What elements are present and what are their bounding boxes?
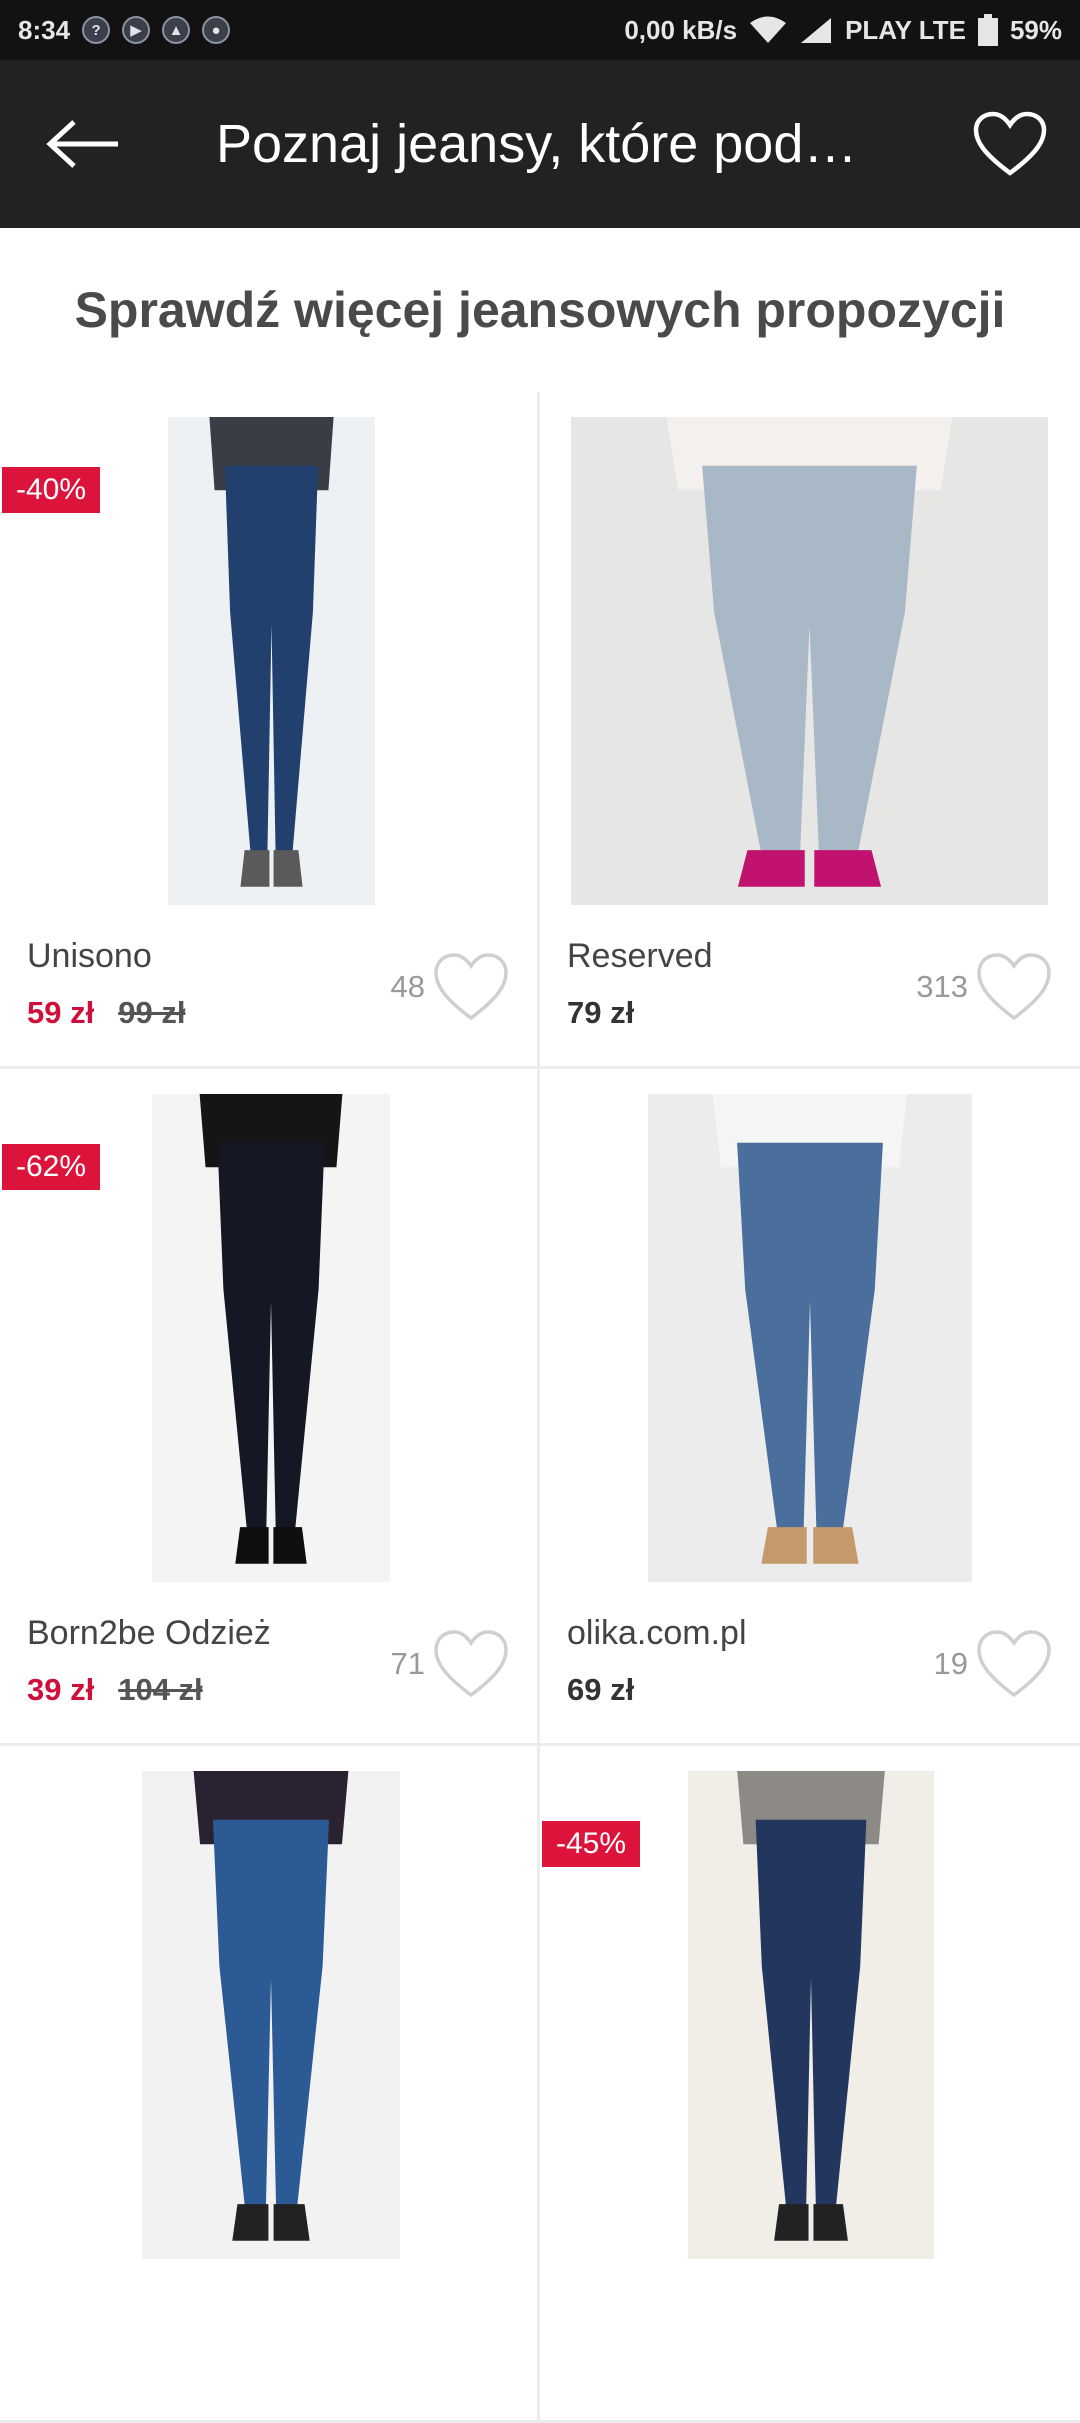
product-card[interactable]: Reserved 79 zł 313 [540,392,1080,1069]
heart-icon[interactable] [433,1629,509,1699]
heart-icon[interactable] [433,952,509,1022]
heart-icon[interactable] [976,1629,1052,1699]
notification-record-icon: ● [202,16,231,44]
notification-help-icon: ? [82,16,111,44]
network-speed: 0,00 kB/s [624,14,738,45]
battery-percent: 59% [1009,14,1062,45]
status-time: 8:34 [18,14,71,45]
notification-play-icon: ▶ [122,16,151,44]
product-price: 79 zł [567,995,635,1030]
battery-icon [977,14,998,46]
favorite-count: 313 [916,969,968,1004]
product-price: 39 zł [27,1672,95,1707]
product-brand: Born2be Odzież [27,1614,271,1652]
discount-badge: -40% [2,467,101,513]
back-button[interactable] [0,60,168,228]
arrow-left-icon [46,120,118,168]
app-bar: Poznaj jeansy, które pod… [0,60,1080,228]
product-card[interactable] [0,1746,540,2423]
price-row: 79 zł [567,995,634,1031]
wifi-icon [749,16,787,44]
notification-image-icon: ▲ [162,16,191,44]
section-heading: Sprawdź więcej jeansowych propozycji [74,282,1006,338]
product-image[interactable] [142,1771,400,2259]
status-bar-right: 0,00 kB/s PLAY LTE 59% [624,14,1062,46]
heart-icon [973,111,1047,176]
product-image[interactable] [571,417,1048,905]
product-old-price: 99 zł [118,995,186,1030]
status-bar-left: 8:34 ? ▶ ▲ ● [18,14,231,46]
product-image[interactable] [168,417,375,905]
signal-icon [799,16,833,44]
product-old-price: 104 zł [118,1672,203,1707]
carrier-label: PLAY LTE [845,14,966,45]
discount-badge: -62% [2,1144,101,1190]
favorite-count: 71 [390,1646,425,1681]
product-price: 59 zł [27,995,95,1030]
favorite-count: 48 [390,969,425,1004]
product-image[interactable] [688,1771,934,2259]
status-bar: 8:34 ? ▶ ▲ ● 0,00 kB/s PLAY LTE 59% [0,0,1080,60]
product-image[interactable] [152,1094,390,1582]
page-title: Poznaj jeansy, które pod… [216,114,858,174]
discount-badge: -45% [542,1821,641,1867]
price-row: 59 zł 99 zł [27,995,185,1031]
price-row: 69 zł [567,1672,634,1708]
product-card[interactable]: -45% [540,1746,1080,2423]
price-row: 39 zł 104 zł [27,1672,203,1708]
product-card[interactable]: -40% Unisono 59 zł 99 zł 48 [0,392,540,1069]
product-brand: Reserved [567,937,713,975]
product-image[interactable] [648,1094,972,1582]
favorite-count: 19 [933,1646,968,1681]
heart-icon[interactable] [976,952,1052,1022]
product-card[interactable]: olika.com.pl 69 zł 19 [540,1069,1080,1746]
product-card[interactable]: -62% Born2be Odzież 39 zł 104 zł 71 [0,1069,540,1746]
product-price: 69 zł [567,1672,635,1707]
product-brand: olika.com.pl [567,1614,747,1652]
favorite-button[interactable] [940,60,1080,228]
product-brand: Unisono [27,937,152,975]
